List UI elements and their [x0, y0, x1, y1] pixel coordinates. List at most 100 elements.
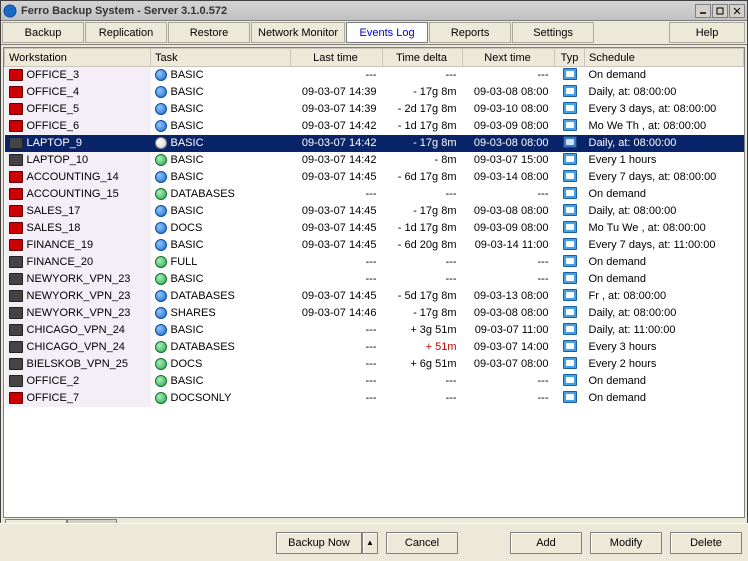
maximize-button[interactable]	[712, 4, 728, 18]
col-header-workstation[interactable]: Workstation	[5, 49, 151, 67]
last-time: 09-03-07 14:45	[291, 237, 383, 254]
schedule-text: Every 3 days, at: 08:00:00	[585, 101, 744, 118]
table-row[interactable]: CHICAGO_VPN_24BASIC---+ 3g 51m09-03-07 1…	[5, 322, 744, 339]
task-status-icon	[155, 171, 167, 183]
col-header-next-time[interactable]: Next time	[463, 49, 555, 67]
backup-now-dropdown[interactable]: ▲	[362, 532, 378, 554]
calendar-icon	[563, 68, 577, 80]
time-delta: - 1d 17g 8m	[383, 118, 463, 135]
table-row[interactable]: SALES_18DOCS09-03-07 14:45- 1d 17g 8m09-…	[5, 220, 744, 237]
schedule-type-icon	[555, 118, 585, 135]
toolbar-replication[interactable]: Replication	[85, 22, 167, 43]
col-header-task[interactable]: Task	[151, 49, 291, 67]
task-status-icon	[155, 205, 167, 217]
time-delta: + 51m	[383, 339, 463, 356]
next-time: 09-03-08 08:00	[463, 305, 555, 322]
last-time: 09-03-07 14:42	[291, 152, 383, 169]
table-row[interactable]: ACCOUNTING_14BASIC09-03-07 14:45- 6d 17g…	[5, 169, 744, 186]
task-status-icon	[155, 307, 167, 319]
task-status-icon	[155, 392, 167, 404]
backup-now-button[interactable]: Backup Now	[276, 532, 362, 554]
table-row[interactable]: ACCOUNTING_15DATABASES---------On demand	[5, 186, 744, 203]
table-row[interactable]: BIELSKOB_VPN_25DOCS---+ 6g 51m09-03-07 0…	[5, 356, 744, 373]
schedule-type-icon	[555, 322, 585, 339]
toolbar-reports[interactable]: Reports	[429, 22, 511, 43]
workstation-icon	[9, 239, 23, 251]
time-delta: + 3g 51m	[383, 322, 463, 339]
table-row[interactable]: NEWYORK_VPN_23SHARES09-03-07 14:46- 17g …	[5, 305, 744, 322]
time-delta: - 8m	[383, 152, 463, 169]
workstation-name: OFFICE_2	[27, 375, 80, 387]
time-delta: - 6d 17g 8m	[383, 169, 463, 186]
schedule-text: Every 3 hours	[585, 339, 744, 356]
toolbar-events-log[interactable]: Events Log	[346, 22, 428, 43]
table-row[interactable]: CHICAGO_VPN_24DATABASES---+ 51m09-03-07 …	[5, 339, 744, 356]
time-delta: - 1d 17g 8m	[383, 220, 463, 237]
task-status-icon	[155, 222, 167, 234]
table-row[interactable]: LAPTOP_10BASIC09-03-07 14:42- 8m09-03-07…	[5, 152, 744, 169]
delete-button[interactable]: Delete	[670, 532, 742, 554]
col-header-typ[interactable]: Typ	[555, 49, 585, 67]
workstation-name: CHICAGO_VPN_24	[27, 324, 125, 336]
toolbar-restore[interactable]: Restore	[168, 22, 250, 43]
time-delta: ---	[383, 390, 463, 407]
time-delta: - 5d 17g 8m	[383, 288, 463, 305]
app-icon	[3, 4, 17, 18]
titlebar: Ferro Backup System - Server 3.1.0.572	[1, 1, 747, 21]
close-button[interactable]	[729, 4, 745, 18]
col-header-schedule[interactable]: Schedule	[585, 49, 744, 67]
last-time: 09-03-07 14:42	[291, 135, 383, 152]
table-row[interactable]: OFFICE_5BASIC09-03-07 14:39- 2d 17g 8m09…	[5, 101, 744, 118]
table-row[interactable]: OFFICE_6BASIC09-03-07 14:42- 1d 17g 8m09…	[5, 118, 744, 135]
task-status-icon	[155, 358, 167, 370]
toolbar-network-monitor[interactable]: Network Monitor	[251, 22, 345, 43]
last-time: ---	[291, 67, 383, 84]
table-row[interactable]: OFFICE_3BASIC---------On demand	[5, 67, 744, 84]
last-time: ---	[291, 339, 383, 356]
col-header-last-time[interactable]: Last time	[291, 49, 383, 67]
task-status-icon	[155, 375, 167, 387]
table-row[interactable]: LAPTOP_9BASIC09-03-07 14:42- 17g 8m09-03…	[5, 135, 744, 152]
workstation-name: LAPTOP_9	[27, 137, 82, 149]
table-row[interactable]: FINANCE_20FULL---------On demand	[5, 254, 744, 271]
calendar-icon	[563, 170, 577, 182]
next-time: 09-03-08 08:00	[463, 84, 555, 101]
table-row[interactable]: OFFICE_2BASIC---------On demand	[5, 373, 744, 390]
modify-button[interactable]: Modify	[590, 532, 662, 554]
workstation-name: SALES_18	[27, 222, 81, 234]
toolbar-help[interactable]: Help	[669, 22, 745, 43]
task-name: BASIC	[171, 205, 204, 217]
task-name: DATABASES	[171, 188, 235, 200]
schedule-type-icon	[555, 84, 585, 101]
workstation-icon	[9, 86, 23, 98]
task-name: DOCSONLY	[171, 392, 232, 404]
schedule-text: Mo Tu We , at: 08:00:00	[585, 220, 744, 237]
col-header-time-delta[interactable]: Time delta	[383, 49, 463, 67]
add-button[interactable]: Add	[510, 532, 582, 554]
window-buttons	[694, 4, 745, 18]
table-row[interactable]: SALES_17BASIC09-03-07 14:45- 17g 8m09-03…	[5, 203, 744, 220]
table-row[interactable]: OFFICE_7DOCSONLY---------On demand	[5, 390, 744, 407]
workstation-name: NEWYORK_VPN_23	[27, 273, 131, 285]
next-time: 09-03-09 08:00	[463, 118, 555, 135]
last-time: 09-03-07 14:39	[291, 84, 383, 101]
time-delta: - 17g 8m	[383, 84, 463, 101]
cancel-button[interactable]: Cancel	[386, 532, 458, 554]
workstation-name: OFFICE_6	[27, 120, 80, 132]
schedule-text: Every 1 hours	[585, 152, 744, 169]
schedule-type-icon	[555, 356, 585, 373]
table-row[interactable]: NEWYORK_VPN_23BASIC---------On demand	[5, 271, 744, 288]
minimize-button[interactable]	[695, 4, 711, 18]
schedule-text: Mo We Th , at: 08:00:00	[585, 118, 744, 135]
table-row[interactable]: OFFICE_4BASIC09-03-07 14:39- 17g 8m09-03…	[5, 84, 744, 101]
workstation-icon	[9, 171, 23, 183]
next-time: 09-03-08 08:00	[463, 203, 555, 220]
toolbar-backup[interactable]: Backup	[2, 22, 84, 43]
table-row[interactable]: FINANCE_19BASIC09-03-07 14:45- 6d 20g 8m…	[5, 237, 744, 254]
calendar-icon	[563, 340, 577, 352]
table-row[interactable]: NEWYORK_VPN_23DATABASES09-03-07 14:45- 5…	[5, 288, 744, 305]
calendar-icon	[563, 306, 577, 318]
task-name: FULL	[171, 256, 198, 268]
toolbar-settings[interactable]: Settings	[512, 22, 594, 43]
last-time: 09-03-07 14:39	[291, 101, 383, 118]
